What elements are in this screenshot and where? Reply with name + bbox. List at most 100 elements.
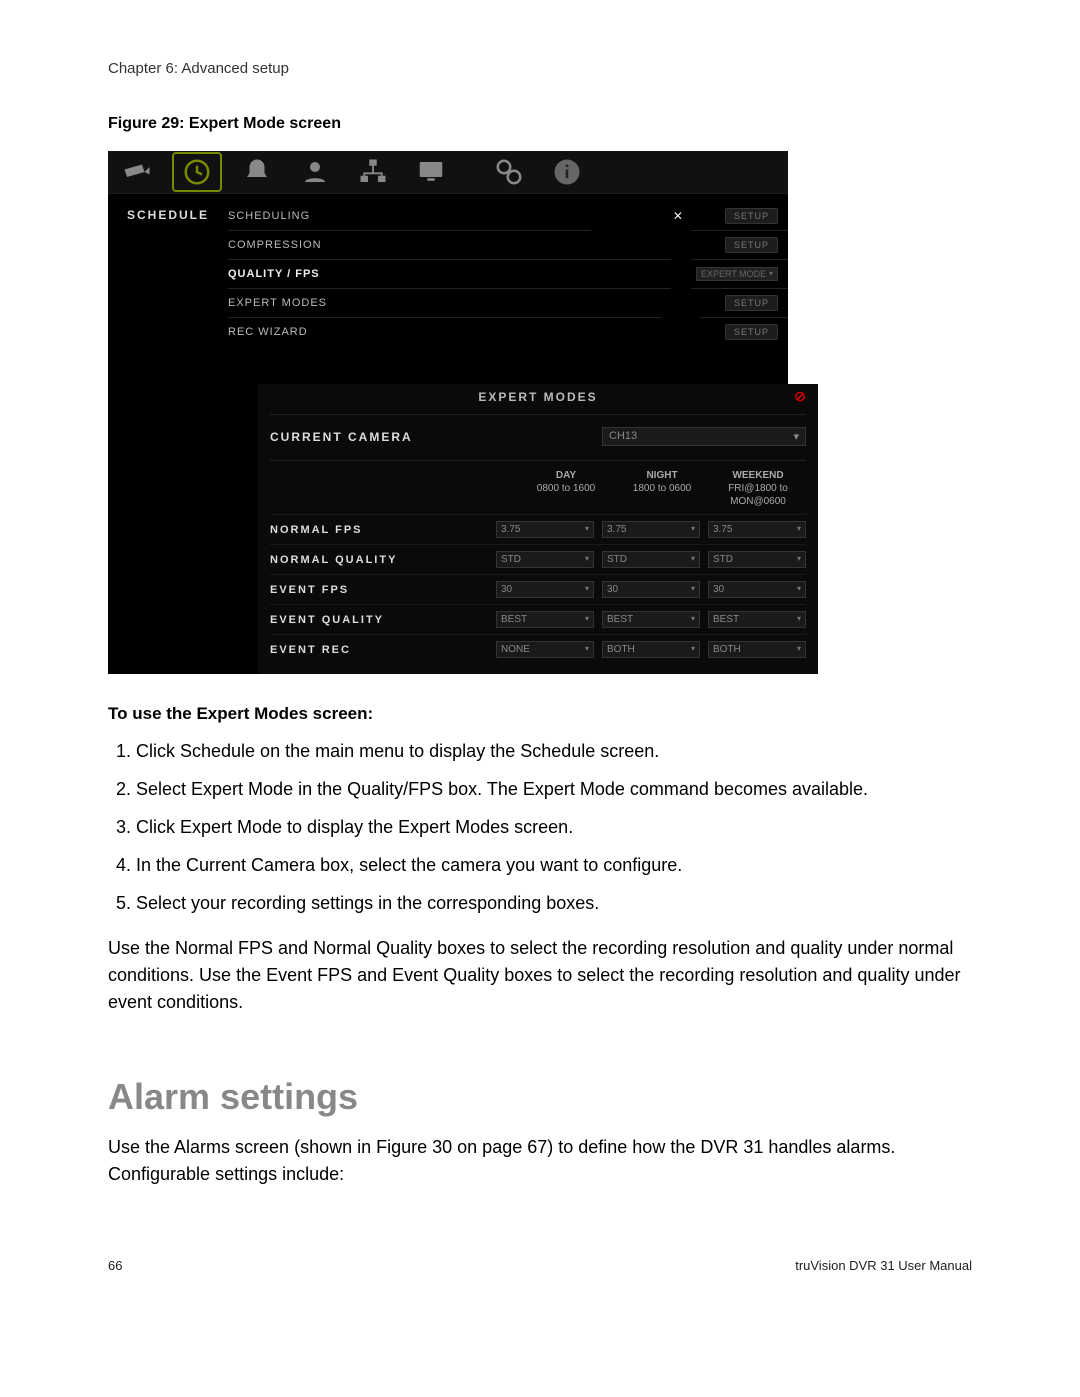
select-value: 3.75 (713, 524, 732, 535)
chevron-down-icon: ▾ (797, 614, 801, 625)
select-value: BEST (501, 614, 527, 625)
select-value: EXPERT MODE (701, 269, 766, 279)
chevron-down-icon: ▾ (585, 524, 589, 535)
col-header-weekend: WEEKENDFRI@1800 to MON@0600 (710, 469, 806, 508)
menu-label: EXPERT MODES (228, 297, 398, 309)
setup-button[interactable]: SETUP (725, 295, 778, 311)
list-item: Select Expert Mode in the Quality/FPS bo… (136, 776, 972, 804)
menu-row-quality: QUALITY / FPS EXPERT MODE ▾ (228, 260, 788, 289)
chevron-down-icon: ▾ (691, 584, 695, 595)
chevron-down-icon: ▾ (691, 524, 695, 535)
setting-select[interactable]: 30 ▾ (496, 581, 594, 598)
network-icon[interactable] (350, 151, 396, 193)
gear-icon[interactable] (486, 151, 532, 193)
chevron-down-icon: ▾ (797, 644, 801, 655)
setup-button[interactable]: SETUP (725, 208, 778, 224)
alarm-settings-paragraph: Use the Alarms screen (shown in Figure 3… (108, 1134, 972, 1188)
setting-select[interactable]: 3.75 ▾ (496, 521, 594, 538)
chevron-down-icon: ▾ (769, 269, 773, 279)
chevron-down-icon: ▾ (797, 554, 801, 565)
info-icon[interactable] (544, 151, 590, 193)
setting-row: NORMAL QUALITYSTD▾STD▾STD▾ (270, 544, 806, 574)
setting-select[interactable]: BEST ▾ (708, 611, 806, 628)
expert-modes-modal: EXPERT MODES ⊘ CURRENT CAMERA CH13 ▾ DAY… (258, 384, 818, 674)
select-value: STD (713, 554, 733, 565)
setting-label: EVENT QUALITY (270, 614, 488, 626)
setting-select[interactable]: 30▾ (602, 581, 700, 598)
bell-icon[interactable] (234, 151, 280, 193)
instructions-list: Click Schedule on the main menu to displ… (108, 738, 972, 917)
manual-title: truVision DVR 31 User Manual (795, 1258, 972, 1273)
list-item: Click Schedule on the main menu to displ… (136, 738, 972, 766)
monitor-icon[interactable] (408, 151, 454, 193)
list-item: Select your recording settings in the co… (136, 890, 972, 918)
list-item: Click Expert Mode to display the Expert … (136, 814, 972, 842)
select-value: 3.75 (607, 524, 626, 535)
select-value: STD (607, 554, 627, 565)
current-camera-label: CURRENT CAMERA (270, 430, 602, 444)
select-value: 3.75 (501, 524, 520, 535)
list-item: In the Current Camera box, select the ca… (136, 852, 972, 880)
chevron-down-icon: ▾ (585, 554, 589, 565)
setting-select[interactable]: BOTH ▾ (602, 641, 700, 658)
menu-row-expertmodes: EXPERT MODES SETUP (228, 289, 788, 318)
figure-caption: Figure 29: Expert Mode screen (108, 115, 972, 133)
setting-select[interactable]: 30 ▾ (708, 581, 806, 598)
chevron-down-icon: ▾ (797, 584, 801, 595)
chevron-down-icon: ▾ (585, 584, 589, 595)
select-value: NONE (501, 644, 530, 655)
dvr-topbar (108, 151, 788, 194)
setting-label: NORMAL QUALITY (270, 554, 488, 566)
side-label-schedule: SCHEDULE (108, 194, 228, 364)
menu-row-scheduling: SCHEDULING ✕ SETUP (228, 202, 788, 231)
page-number: 66 (108, 1258, 122, 1273)
close-icon[interactable]: ⊘ (794, 388, 808, 405)
setting-select[interactable]: NONE ▾ (496, 641, 594, 658)
menu-row-recwizard: REC WIZARD SETUP (228, 318, 788, 346)
menu-row-compression: COMPRESSION SETUP (228, 231, 788, 260)
menu-label: REC WIZARD (228, 326, 398, 338)
current-camera-select[interactable]: CH13 ▾ (602, 427, 806, 446)
setting-select[interactable]: BOTH ▾ (708, 641, 806, 658)
setting-select[interactable]: STD ▾ (602, 551, 700, 568)
time-column-headers: DAY0800 to 1600 NIGHT1800 to 0600 WEEKEN… (270, 461, 806, 514)
setting-row: EVENT RECNONE▾BOTH▾BOTH▾ (270, 634, 806, 664)
dvr-screen: SCHEDULE SCHEDULING ✕ SETUP COMPRESSION … (108, 151, 788, 674)
camera-icon[interactable] (114, 151, 160, 193)
setting-row: EVENT FPS30▾30▾30▾ (270, 574, 806, 604)
chevron-down-icon: ▾ (691, 644, 695, 655)
setting-row: EVENT QUALITYBEST▾BEST▾BEST▾ (270, 604, 806, 634)
instructions-heading: To use the Expert Modes screen: (108, 704, 972, 724)
chevron-down-icon: ▾ (691, 614, 695, 625)
select-value: BEST (713, 614, 739, 625)
chevron-down-icon: ▾ (585, 644, 589, 655)
select-value: 30 (713, 584, 724, 595)
setting-select[interactable]: 3.75 ▾ (602, 521, 700, 538)
alarm-settings-heading: Alarm settings (108, 1076, 972, 1118)
select-value: CH13 (609, 430, 637, 443)
quality-mode-select[interactable]: EXPERT MODE ▾ (696, 267, 778, 281)
chevron-down-icon: ▾ (691, 554, 695, 565)
chevron-down-icon: ▾ (585, 614, 589, 625)
setting-select[interactable]: STD ▾ (708, 551, 806, 568)
current-camera-row: CURRENT CAMERA CH13 ▾ (270, 414, 806, 461)
setting-select[interactable]: BEST▾ (602, 611, 700, 628)
setting-row: NORMAL FPS3.75▾3.75▾3.75▾ (270, 514, 806, 544)
setup-button[interactable]: SETUP (725, 324, 778, 340)
modal-title-text: EXPERT MODES (478, 390, 597, 404)
select-value: BOTH (713, 644, 741, 655)
clock-icon[interactable] (172, 152, 222, 192)
dvr-body: SCHEDULE SCHEDULING ✕ SETUP COMPRESSION … (108, 194, 788, 364)
chevron-down-icon: ▾ (793, 430, 799, 443)
setting-select[interactable]: BEST ▾ (496, 611, 594, 628)
chapter-header: Chapter 6: Advanced setup (108, 60, 972, 77)
select-value: BOTH (607, 644, 635, 655)
setting-select[interactable]: 3.75▾ (708, 521, 806, 538)
setting-select[interactable]: STD▾ (496, 551, 594, 568)
modal-title: EXPERT MODES ⊘ (258, 384, 818, 410)
users-icon[interactable] (292, 151, 338, 193)
check-icon[interactable]: ✕ (673, 209, 683, 223)
page-footer: 66 truVision DVR 31 User Manual (108, 1258, 972, 1273)
setup-button[interactable]: SETUP (725, 237, 778, 253)
select-value: 30 (501, 584, 512, 595)
